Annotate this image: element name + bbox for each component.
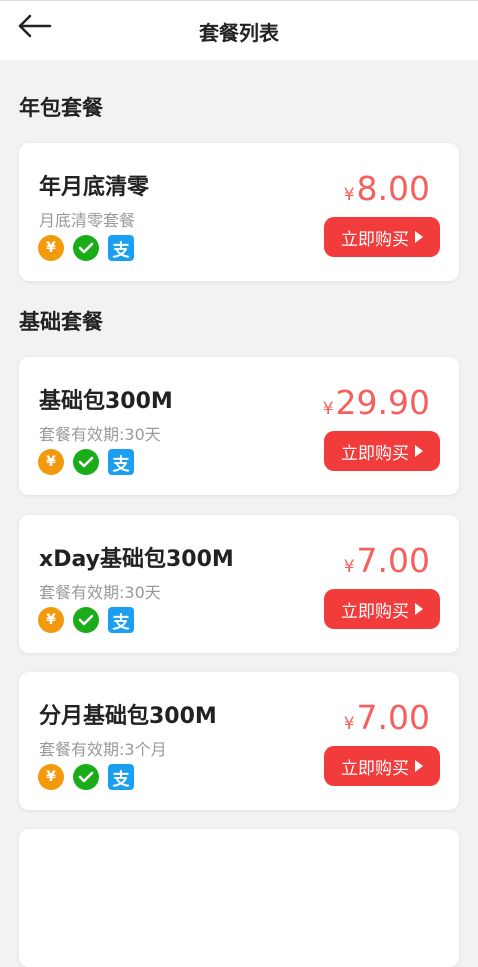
payment-methods: ¥ 支 [38, 764, 134, 790]
wechat-pay-icon [73, 764, 99, 790]
plan-price: ¥8.00 [344, 169, 430, 208]
alipay-icon: 支 [108, 764, 134, 790]
plan-price: ¥7.00 [344, 541, 430, 580]
play-arrow-icon [415, 603, 423, 615]
plan-subtitle: 套餐有效期:3个月 [39, 740, 167, 759]
price-value: 7.00 [356, 698, 430, 737]
payment-methods: ¥ 支 [38, 607, 134, 633]
balance-pay-icon: ¥ [38, 764, 64, 790]
buy-now-button[interactable]: 立即购买 [324, 746, 440, 786]
section-title-basic: 基础套餐 [19, 310, 103, 334]
alipay-icon: 支 [108, 607, 134, 633]
currency-symbol: ¥ [343, 714, 355, 734]
payment-methods: ¥ 支 [38, 235, 134, 261]
plan-price: ¥29.90 [323, 383, 430, 422]
page-title: 套餐列表 [199, 21, 279, 45]
alipay-icon: 支 [108, 449, 134, 475]
payment-methods: ¥ 支 [38, 449, 134, 475]
plan-card: 分月基础包300M 套餐有效期:3个月 ¥ 支 ¥7.00 立即购买 [19, 672, 459, 810]
play-arrow-icon [415, 231, 423, 243]
balance-pay-icon: ¥ [38, 235, 64, 261]
currency-symbol: ¥ [343, 557, 355, 577]
currency-symbol: ¥ [343, 185, 355, 205]
price-value: 29.90 [335, 383, 430, 422]
buy-button-label: 立即购买 [341, 601, 409, 622]
plan-card: 年月底清零 月底清零套餐 ¥ 支 ¥8.00 立即购买 [19, 143, 459, 281]
plan-price: ¥7.00 [344, 698, 430, 737]
buy-now-button[interactable]: 立即购买 [324, 431, 440, 471]
play-arrow-icon [415, 760, 423, 772]
buy-button-label: 立即购买 [341, 443, 409, 464]
plan-name: 分月基础包300M [39, 704, 217, 729]
buy-now-button[interactable]: 立即购买 [324, 589, 440, 629]
plan-name: xDay基础包300M [39, 547, 234, 572]
wechat-pay-icon [73, 235, 99, 261]
plan-card: 基础包300M 套餐有效期:30天 ¥ 支 ¥29.90 立即购买 [19, 357, 459, 495]
play-arrow-icon [415, 445, 423, 457]
buy-button-label: 立即购买 [341, 229, 409, 250]
plan-subtitle: 套餐有效期:30天 [39, 425, 161, 444]
wechat-pay-icon [73, 607, 99, 633]
plan-subtitle: 月底清零套餐 [39, 211, 136, 230]
plan-card: xDay基础包300M 套餐有效期:30天 ¥ 支 ¥7.00 立即购买 [19, 515, 459, 653]
buy-now-button[interactable]: 立即购买 [324, 217, 440, 257]
balance-pay-icon: ¥ [38, 607, 64, 633]
plan-subtitle: 套餐有效期:30天 [39, 583, 161, 602]
price-value: 8.00 [356, 169, 430, 208]
price-value: 7.00 [356, 541, 430, 580]
currency-symbol: ¥ [322, 399, 334, 419]
wechat-pay-icon [73, 449, 99, 475]
top-bar: 套餐列表 [0, 0, 478, 60]
alipay-icon: 支 [108, 235, 134, 261]
section-title-annual: 年包套餐 [19, 96, 103, 120]
plan-name: 基础包300M [39, 389, 173, 414]
balance-pay-icon: ¥ [38, 449, 64, 475]
buy-button-label: 立即购买 [341, 758, 409, 779]
plan-name: 年月底清零 [39, 175, 150, 200]
